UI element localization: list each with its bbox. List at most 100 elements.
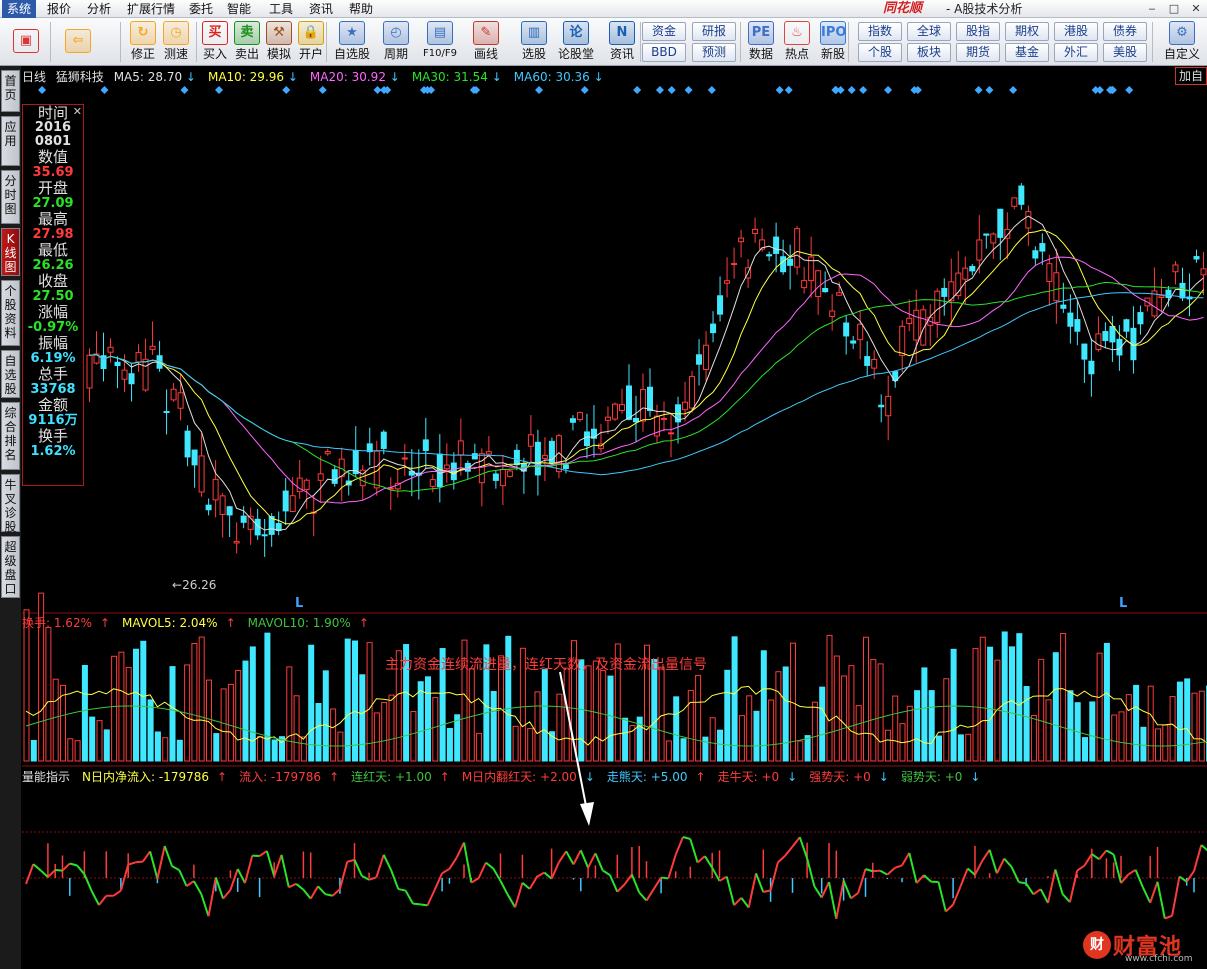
flow-line [244,855,254,884]
market-button[interactable]: 全球 [907,22,951,41]
volume-bar [724,669,731,762]
flow-line [98,895,108,906]
sidebar-tab[interactable]: 分时图 [1,170,20,224]
volume-bar [936,735,942,762]
flow-line [1200,844,1207,852]
candle-body [1109,326,1116,343]
kline-chart-area[interactable]: 日线 猛狮科技 MA5: 28.70 ↓ MA10: 29.96 ↓ MA20: 3… [22,66,1207,969]
toolbar-clock-button[interactable]: ◴ 周期 [376,20,416,64]
sidebar-tab[interactable]: 应用 [1,116,20,166]
signal-diamond [684,86,693,94]
flow-line [265,850,276,877]
quick-button[interactable]: BBD [642,43,686,62]
toolbar-f10-button[interactable]: ▤ F10/F9 [420,20,460,64]
market-button[interactable]: 债券 [1103,22,1147,41]
toolbar-customize-button[interactable]: ⚙ 自定义 [1160,20,1204,64]
sidebar-tab[interactable]: 超级盘口 [1,536,20,598]
toolbar-refresh-button[interactable]: ↻ 修正 [128,20,158,64]
flow-line [1134,869,1144,888]
market-button[interactable]: 美股 [1103,43,1147,62]
volume-bar [1016,633,1023,762]
indicator-text: MAVOL10: 1.90% [247,616,351,630]
add-watchlist-button[interactable]: 加自 [1174,67,1207,85]
quick-button[interactable]: 预测 [692,43,736,62]
toolbar-pe-button[interactable]: PE 数据 [746,20,776,64]
quick-button[interactable]: 资金 [642,22,686,41]
buy-icon: 买 [202,21,228,45]
toolbar-buy-button[interactable]: 买买入 [200,20,230,64]
market-button[interactable]: 港股 [1054,22,1098,41]
candle-body [499,468,506,487]
toolbar-stopwatch-button[interactable]: ◷ 测速 [160,20,192,64]
menu-item[interactable]: 资讯 [304,0,338,18]
menu-item[interactable]: 分析 [82,0,116,18]
toolbar-news-button[interactable]: N 资讯 [602,20,642,64]
market-button[interactable]: 外汇 [1054,43,1098,62]
candle-body [857,323,864,341]
flow-line [55,869,63,872]
indicator-value: 走熊天: +5.00 ↑ [607,770,712,784]
flow-line [1178,875,1188,883]
candle-body [506,470,513,477]
market-button[interactable]: 股指 [956,22,1000,41]
menu-item[interactable]: 报价 [42,0,76,18]
candle-body [1067,312,1074,327]
toolbar-ipo-button[interactable]: IPO 新股 [818,20,848,64]
sidebar-tab[interactable]: K线图 [1,228,20,276]
market-button[interactable]: 基金 [1005,43,1049,62]
flow-line [638,891,648,902]
candle-body [1081,343,1088,360]
toolbar-forum-button[interactable]: 论论股堂 [556,20,596,64]
menu-item[interactable]: 智能 [222,0,256,18]
volume-bar [870,659,877,762]
toolbar-star-button[interactable]: ★ 自选股 [332,20,372,64]
star-icon: ★ [339,21,365,45]
up-arrow-icon: ↑ [439,770,450,784]
indicator-text: 连红天: +1.00 [351,770,432,784]
volume-bar [592,660,599,762]
down-arrow-icon: ↓ [878,770,889,784]
kline-chart-svg[interactable] [22,66,1207,969]
toolbar-screen-button[interactable]: ▥ 选股 [514,20,554,64]
close-icon[interactable]: ✕ [73,105,82,118]
period-label[interactable]: 日线 [22,70,46,84]
market-button[interactable]: 个股 [858,43,902,62]
volume-bar [1067,690,1074,762]
menu-item[interactable]: 帮助 [344,0,378,18]
quick-button[interactable]: 研报 [692,22,736,41]
toolbar-hammer-button[interactable]: ⚒ 模拟 [264,20,294,64]
sidebar-tab[interactable]: 个股资料 [1,280,20,346]
candle-body [492,473,499,481]
sidebar-tab[interactable]: 牛叉诊股 [1,474,20,534]
flow-line [842,880,852,899]
toolbar-sell-button[interactable]: 卖卖出 [232,20,262,64]
flow-line [689,838,699,863]
toolbar-hot-button[interactable]: ♨ 热点 [782,20,812,64]
market-button[interactable]: 板块 [907,43,951,62]
screen-icon: ▥ [521,21,547,45]
menu-item[interactable]: 工具 [264,0,298,18]
minimize-icon[interactable]: ‒ [1141,1,1163,17]
toolbar-separator [640,22,641,62]
volume-bar [1001,631,1008,762]
candle-body [941,287,948,297]
ma-line [89,281,1204,493]
menu-item[interactable]: 系统 [2,0,37,18]
flow-line [1018,881,1027,885]
market-button[interactable]: 期权 [1005,22,1049,41]
sidebar-tab[interactable]: 首页 [1,70,20,112]
toolbar-pencil-button[interactable]: ✎ 画线 [466,20,506,64]
indicator-value: MAVOL10: 1.90% ↑ [248,616,375,630]
menu-item[interactable]: 委托 [184,0,218,18]
market-button[interactable]: 指数 [858,22,902,41]
volume-bar [1060,633,1067,762]
flow-line [609,874,619,893]
sidebar-tab[interactable]: 综合排名 [1,402,20,470]
sidebar-tab[interactable]: 自选股 [1,350,20,398]
volume-bar [264,632,271,762]
menu-item[interactable]: 扩展行情 [122,0,180,18]
market-button[interactable]: 期货 [956,43,1000,62]
toolbar-lock-button[interactable]: 🔒 开户 [296,20,326,64]
close-icon[interactable]: ✕ [1185,1,1207,17]
restore-icon[interactable]: □ [1163,1,1185,17]
